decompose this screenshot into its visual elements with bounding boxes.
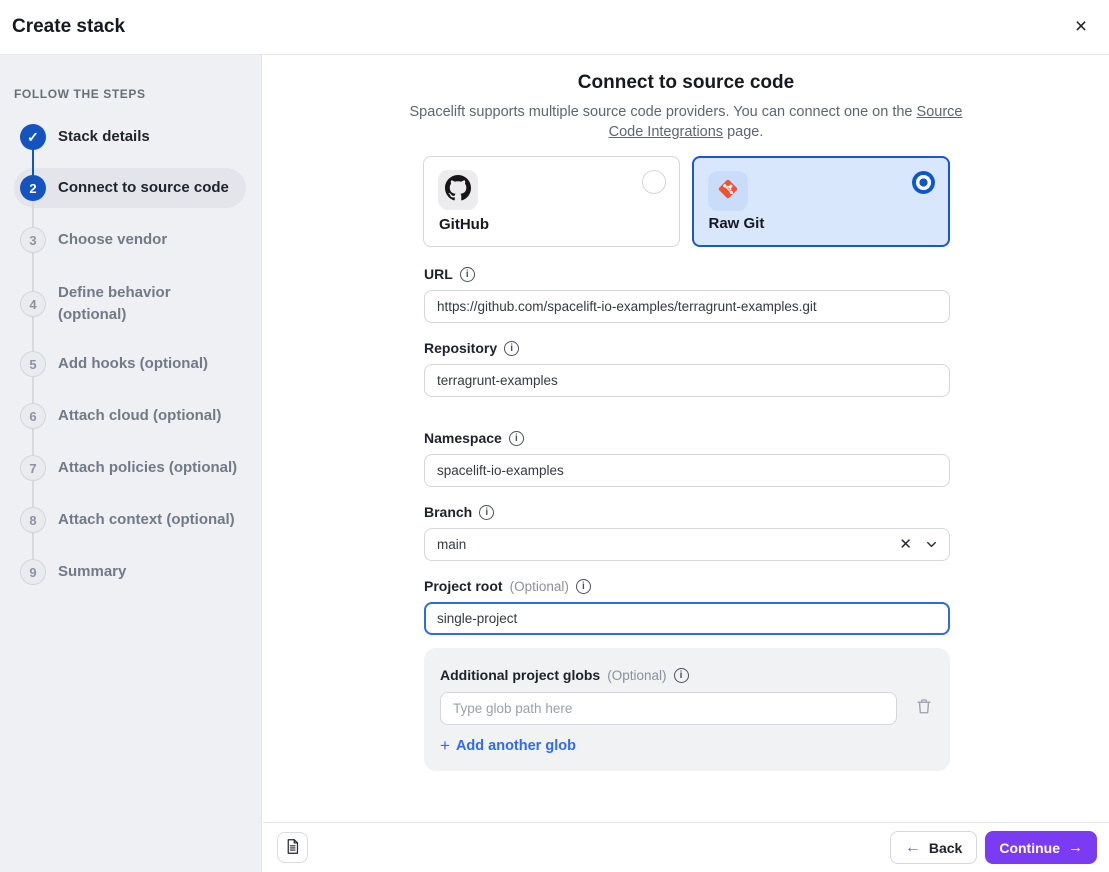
namespace-label: Namespace bbox=[424, 430, 502, 446]
plus-icon: + bbox=[440, 736, 450, 756]
repository-field-group: Repository i bbox=[424, 339, 950, 397]
git-icon-box bbox=[708, 171, 748, 211]
steps-sidebar: FOLLOW THE STEPS ✓ Stack details 2 Conne… bbox=[0, 55, 262, 872]
repository-info-icon[interactable]: i bbox=[504, 341, 519, 356]
step-number-circle: 6 bbox=[20, 403, 46, 429]
project-root-label: Project root bbox=[424, 578, 503, 594]
step-number-circle: 8 bbox=[20, 507, 46, 533]
github-icon bbox=[445, 175, 471, 206]
page-title: Connect to source code bbox=[263, 72, 1109, 94]
provider-card-github[interactable]: GitHub bbox=[423, 156, 680, 247]
continue-button-label: Continue bbox=[999, 840, 1060, 856]
repository-label: Repository bbox=[424, 340, 497, 356]
provider-label-raw-git: Raw Git bbox=[709, 215, 765, 232]
sidebar-item-add-hooks[interactable]: 5 Add hooks (optional) bbox=[20, 351, 208, 377]
step-check-circle: ✓ bbox=[20, 124, 46, 150]
provider-card-raw-git[interactable]: Raw Git bbox=[692, 156, 951, 247]
step-number-circle: 3 bbox=[20, 227, 46, 253]
step-number-circle: 9 bbox=[20, 559, 46, 585]
close-icon[interactable]: × bbox=[1067, 13, 1095, 41]
check-icon: ✓ bbox=[27, 129, 39, 146]
url-input[interactable] bbox=[424, 290, 950, 323]
step-number-circle: 2 bbox=[20, 175, 46, 201]
add-another-glob-button[interactable]: + Add another glob bbox=[440, 736, 576, 756]
continue-button[interactable]: Continue → bbox=[985, 831, 1097, 864]
github-radio[interactable] bbox=[642, 170, 666, 194]
sidebar-item-attach-cloud[interactable]: 6 Attach cloud (optional) bbox=[20, 403, 221, 429]
sidebar-heading: FOLLOW THE STEPS bbox=[14, 87, 146, 101]
branch-field-group: Branch i ✕ bbox=[424, 503, 950, 561]
document-icon bbox=[284, 838, 301, 858]
step-label: Attach context (optional) bbox=[58, 509, 235, 531]
documentation-button[interactable] bbox=[277, 832, 308, 863]
branch-label: Branch bbox=[424, 504, 472, 520]
page-subtitle: Spacelift supports multiple source code … bbox=[263, 102, 1109, 142]
arrow-left-icon: ← bbox=[905, 839, 921, 857]
step-label: Attach cloud (optional) bbox=[58, 405, 221, 427]
globs-info-icon[interactable]: i bbox=[674, 668, 689, 683]
url-field-group: URL i bbox=[424, 265, 950, 323]
raw-git-radio[interactable] bbox=[912, 171, 935, 194]
step-label: Stack details bbox=[58, 126, 150, 148]
step-label: Add hooks (optional) bbox=[58, 353, 208, 375]
sidebar-item-attach-context[interactable]: 8 Attach context (optional) bbox=[20, 507, 235, 533]
namespace-info-icon[interactable]: i bbox=[509, 431, 524, 446]
sidebar-item-choose-vendor[interactable]: 3 Choose vendor bbox=[20, 227, 167, 253]
repository-input[interactable] bbox=[424, 364, 950, 397]
sidebar-item-summary[interactable]: 9 Summary bbox=[20, 559, 126, 585]
chevron-down-icon[interactable] bbox=[924, 537, 939, 557]
sidebar-item-attach-policies[interactable]: 7 Attach policies (optional) bbox=[20, 455, 237, 481]
sidebar-item-stack-details[interactable]: ✓ Stack details bbox=[20, 124, 150, 150]
arrow-right-icon: → bbox=[1068, 839, 1083, 856]
dialog-title: Create stack bbox=[12, 16, 125, 38]
subtitle-text-after: page. bbox=[723, 124, 763, 140]
namespace-field-group: Namespace i bbox=[424, 429, 950, 487]
github-icon-box bbox=[438, 170, 478, 210]
provider-label-github: GitHub bbox=[439, 216, 489, 233]
step-number-circle: 5 bbox=[20, 351, 46, 377]
globs-optional-label: (Optional) bbox=[607, 668, 666, 683]
step-label: Summary bbox=[58, 561, 126, 583]
step-label: Choose vendor bbox=[58, 229, 167, 251]
namespace-input[interactable] bbox=[424, 454, 950, 487]
clear-icon[interactable]: ✕ bbox=[899, 535, 912, 554]
url-label: URL bbox=[424, 266, 453, 282]
globs-label: Additional project globs bbox=[440, 667, 600, 683]
branch-info-icon[interactable]: i bbox=[479, 505, 494, 520]
step-label: Connect to source code bbox=[58, 177, 229, 199]
dialog-header: Create stack × bbox=[0, 0, 1109, 55]
project-root-input[interactable] bbox=[424, 602, 950, 635]
project-root-info-icon[interactable]: i bbox=[576, 579, 591, 594]
glob-path-input[interactable] bbox=[440, 692, 897, 725]
subtitle-text: Spacelift supports multiple source code … bbox=[410, 104, 917, 120]
step-number-circle: 7 bbox=[20, 455, 46, 481]
add-another-glob-label: Add another glob bbox=[456, 738, 576, 754]
trash-icon[interactable] bbox=[914, 696, 934, 718]
back-button[interactable]: ← Back bbox=[890, 831, 977, 864]
project-root-field-group: Project root (Optional) i bbox=[424, 577, 950, 635]
back-button-label: Back bbox=[929, 840, 962, 856]
git-icon bbox=[716, 177, 740, 206]
sidebar-item-connect-to-source-code[interactable]: 2 Connect to source code bbox=[20, 175, 229, 201]
step-number-circle: 4 bbox=[20, 291, 46, 317]
provider-cards: GitHub Raw Git bbox=[423, 156, 950, 247]
dialog-footer: ← Back Continue → bbox=[263, 822, 1109, 872]
additional-globs-panel: Additional project globs (Optional) i + … bbox=[424, 648, 950, 771]
project-root-optional-label: (Optional) bbox=[510, 579, 569, 594]
branch-select-input[interactable] bbox=[424, 528, 950, 561]
url-info-icon[interactable]: i bbox=[460, 267, 475, 282]
step-label: Attach policies (optional) bbox=[58, 457, 237, 479]
sidebar-item-define-behavior[interactable]: 4 Define behavior (optional) bbox=[20, 282, 218, 326]
step-label: Define behavior (optional) bbox=[58, 282, 218, 326]
